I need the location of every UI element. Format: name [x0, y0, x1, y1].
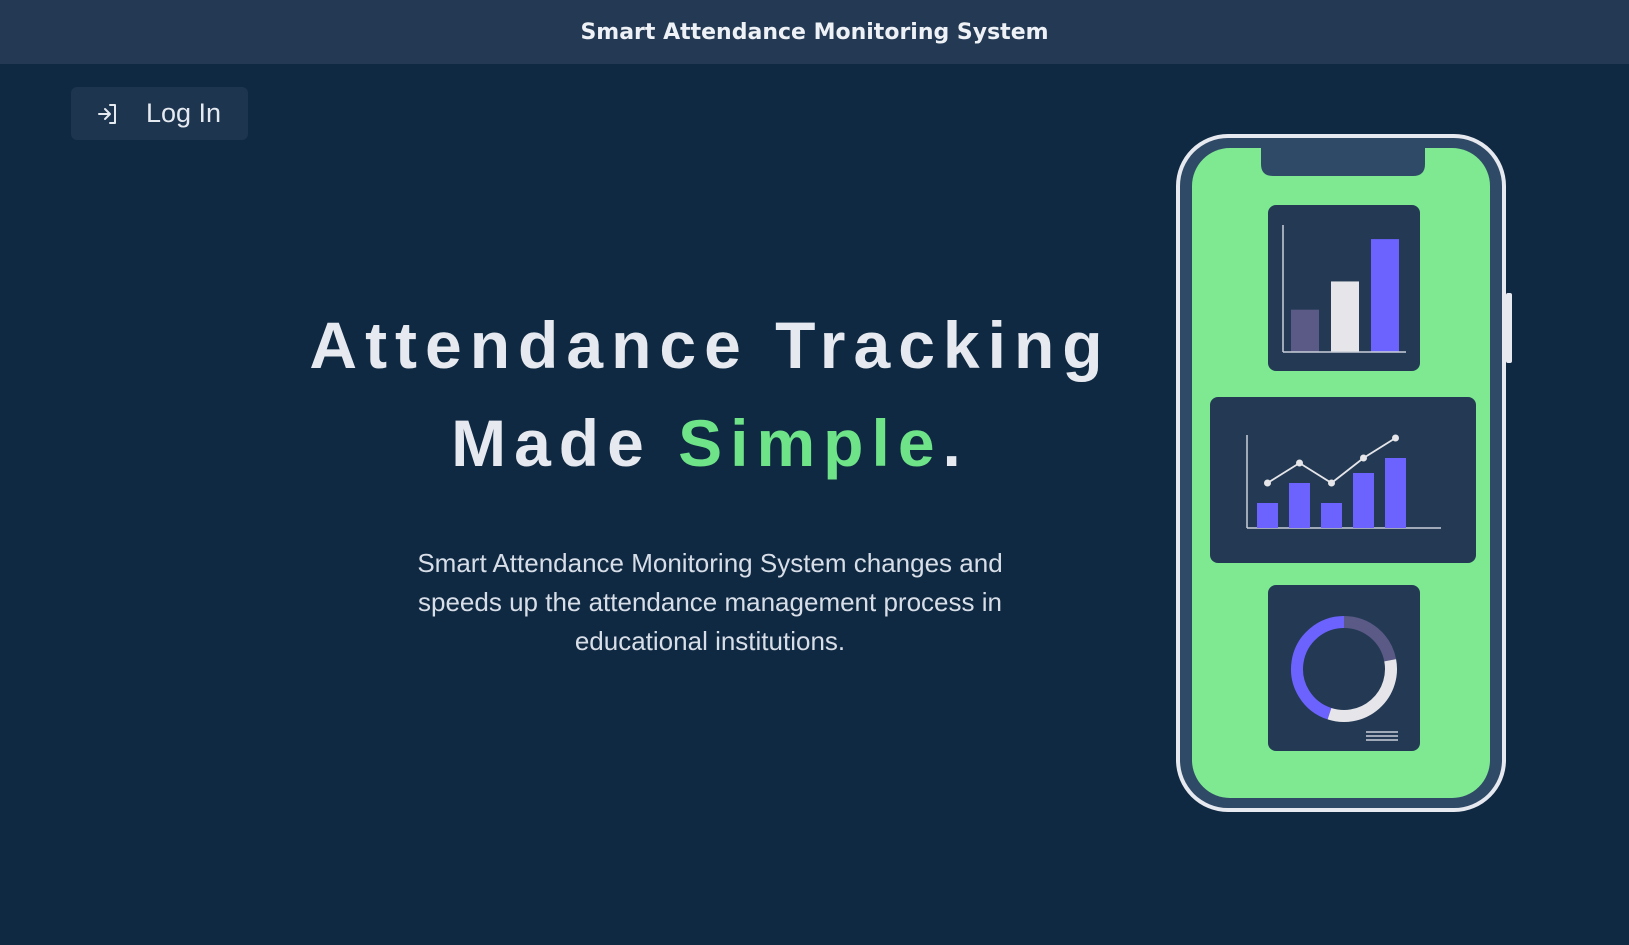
combo-chart-point [1296, 459, 1303, 467]
combo-chart-point [1264, 479, 1271, 487]
combo-chart-point [1392, 434, 1399, 442]
hero-headline: Attendance Tracking Made Simple. [250, 296, 1170, 492]
combo-chart-card-bg [1210, 397, 1476, 563]
login-button[interactable]: Log In [71, 87, 248, 140]
login-label: Log In [146, 98, 222, 128]
bar-chart-bar [1371, 239, 1399, 352]
app-header: Smart Attendance Monitoring System [0, 0, 1629, 64]
app-title: Smart Attendance Monitoring System [580, 19, 1049, 45]
phone-side-button [1506, 293, 1512, 363]
phone-notch [1261, 148, 1425, 176]
combo-chart-bar [1257, 503, 1278, 528]
hero-section: Attendance Tracking Made Simple. Smart A… [250, 296, 1170, 661]
combo-chart-bar [1289, 483, 1310, 528]
combo-chart-bar [1353, 473, 1374, 528]
combo-chart-card [1210, 397, 1476, 563]
phone-illustration [1168, 130, 1513, 820]
bar-chart-card [1268, 205, 1420, 371]
combo-chart-point [1328, 479, 1335, 487]
bar-chart-bar [1291, 309, 1319, 352]
combo-chart-bar [1321, 503, 1342, 528]
headline-line-2-suffix: . [942, 406, 969, 480]
headline-line-2-prefix: Made [451, 406, 679, 480]
headline-accent-word: Simple [678, 406, 943, 480]
donut-chart-card-bg [1268, 585, 1420, 751]
hero-description: Smart Attendance Monitoring System chang… [417, 548, 1003, 656]
donut-chart-card [1268, 585, 1420, 751]
bar-chart-bar [1331, 281, 1359, 352]
headline-line-1: Attendance Tracking [309, 308, 1111, 382]
combo-chart-bar [1385, 458, 1406, 528]
login-icon [93, 99, 123, 129]
combo-chart-point [1360, 454, 1367, 462]
